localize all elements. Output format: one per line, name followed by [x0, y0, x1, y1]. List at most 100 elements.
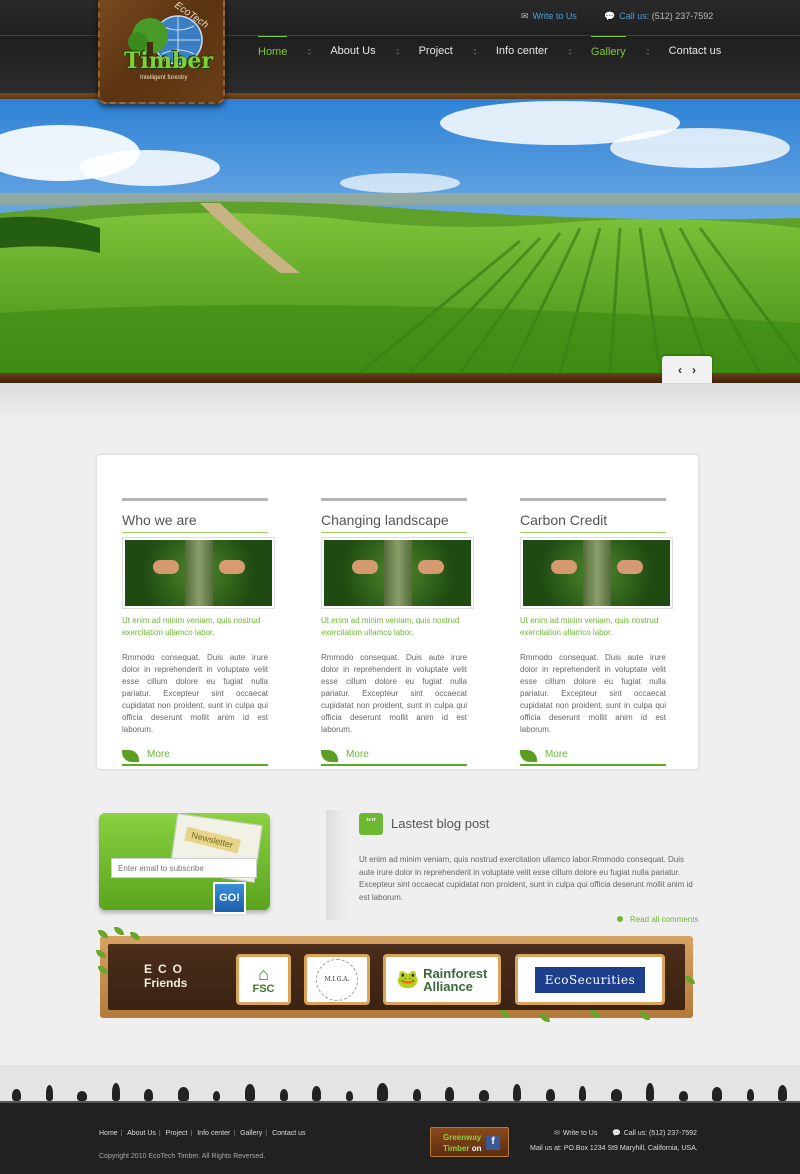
more-link[interactable]: More — [122, 746, 268, 766]
tree-icon — [111, 1083, 120, 1101]
badge-line-2: Timber — [443, 1144, 470, 1153]
more-link[interactable]: More — [520, 746, 666, 766]
hand-left — [352, 560, 378, 574]
feature-image[interactable] — [122, 537, 275, 609]
footer-link-info-center[interactable]: Info center — [197, 1130, 230, 1137]
vine-leaf-icon — [590, 1010, 600, 1018]
read-all-comments-link[interactable]: Read all comments — [617, 915, 698, 924]
miga-logo[interactable]: M.I.G.A. — [304, 954, 370, 1005]
frog-icon: 🐸 — [396, 969, 420, 989]
slider-controls: ‹ › — [662, 356, 712, 383]
nav-info-center[interactable]: Info center — [496, 36, 548, 70]
nav-separator: :: — [568, 47, 571, 56]
footer-call-label: Call us: — [623, 1130, 648, 1137]
hero-landscape-image — [0, 99, 800, 383]
nav-separator: :: — [395, 47, 399, 56]
vine-leaf-icon — [130, 932, 140, 940]
column-topbar — [520, 498, 666, 501]
nav-home[interactable]: Home — [258, 36, 288, 70]
speech-bubble-icon: 💬 — [612, 1130, 621, 1137]
site-footer — [0, 1101, 800, 1174]
more-link[interactable]: More — [321, 746, 467, 766]
copyright-text: Copyright 2010 EcoTech Timber. All Right… — [99, 1153, 266, 1160]
write-to-us-link[interactable]: ✉ Write to Us — [521, 11, 577, 22]
rainforest-alliance-logo[interactable]: 🐸 Rainforest Alliance — [383, 954, 501, 1005]
vine-leaf-icon — [540, 1014, 550, 1022]
hand-left — [153, 560, 179, 574]
footer-link-gallery[interactable]: Gallery — [240, 1130, 262, 1137]
tree-icon — [144, 1089, 154, 1101]
slider-next-icon[interactable]: › — [692, 363, 696, 377]
call-us: 💬 Call us: (512) 237-7592 — [604, 11, 713, 22]
feature-image[interactable] — [520, 537, 673, 609]
tree-trunk — [384, 540, 412, 606]
nav-contact-us[interactable]: Contact us — [669, 36, 722, 70]
nav-gallery[interactable]: Gallery — [590, 36, 626, 70]
bullet-icon — [617, 916, 623, 922]
footer-write-to-us[interactable]: ✉ Write to Us — [554, 1129, 597, 1137]
speech-bubble-icon: 💬 — [604, 11, 616, 21]
newsletter-box: Newsletter GO! — [99, 813, 270, 914]
logo-tagline: Intelligent forestry — [140, 75, 188, 81]
more-label[interactable]: More — [346, 749, 369, 760]
feature-lead: Ut enim ad minim veniam, quis nostrud ex… — [520, 616, 659, 637]
feature-image[interactable] — [321, 537, 474, 609]
write-to-us-label[interactable]: Write to Us — [533, 11, 577, 21]
vine-leaf-icon — [500, 1010, 510, 1018]
footer-link-project[interactable]: Project — [166, 1130, 188, 1137]
read-all-label[interactable]: Read all comments — [630, 915, 698, 924]
tree-icon — [712, 1087, 723, 1101]
footer-phone: (512) 237-7592 — [649, 1130, 697, 1137]
nav-about-us[interactable]: About Us — [330, 36, 375, 70]
footer-link-home[interactable]: Home — [99, 1130, 118, 1137]
rainforest-alliance-text: Rainforest Alliance — [423, 967, 487, 993]
badge-on: on — [471, 1144, 482, 1153]
footer-link-about-us[interactable]: About Us — [127, 1130, 156, 1137]
fsc-text: FSC — [252, 982, 275, 995]
postal-address: PO.Box 1234 St9 Maryhill, California, US… — [563, 1145, 698, 1152]
footer-link-contact-us[interactable]: Contact us — [272, 1130, 305, 1137]
feature-body: Rmmodo consequat. Duis aute irure dolor … — [321, 653, 467, 734]
slider-prev-icon[interactable]: ‹ — [678, 363, 682, 377]
nav-separator: :: — [645, 47, 649, 56]
tree-icon — [646, 1083, 655, 1101]
feature-title: Changing landscape — [321, 512, 467, 533]
newsletter-go-button[interactable]: GO! — [213, 882, 246, 914]
fsc-logo[interactable]: ⌂ FSC — [236, 954, 291, 1005]
tree-icon — [579, 1086, 587, 1101]
miga-seal-icon: M.I.G.A. — [316, 958, 358, 1001]
leaf-icon — [122, 750, 139, 762]
nav-project[interactable]: Project — [419, 36, 453, 70]
rainforest-word: Rainforest — [423, 965, 488, 981]
feature-lead: Ut enim ad minim veniam, quis nostrud ex… — [122, 616, 261, 637]
logo[interactable]: EcoTech Timber Intelligent forestry — [98, 0, 225, 104]
hero-slider — [0, 93, 800, 383]
features-panel: Who we are Ut enim ad minim veniam, quis… — [96, 454, 699, 770]
blog-excerpt: Ut enim ad minim veniam, quis nostrud ex… — [359, 855, 693, 902]
miga-text: M.I.G.A. — [324, 976, 350, 983]
eco-friends-label: ECO Friends — [144, 962, 188, 990]
ecosecurities-text: EcoSecurities — [534, 966, 646, 993]
more-label[interactable]: More — [545, 749, 568, 760]
more-label[interactable]: More — [147, 749, 170, 760]
tree-icon — [545, 1089, 555, 1101]
main-nav: Home :: About Us :: Project :: Info cent… — [258, 36, 721, 70]
column-topbar — [321, 498, 467, 501]
footer-write-label[interactable]: Write to Us — [563, 1130, 598, 1137]
hand-right — [219, 560, 245, 574]
tree-icon — [345, 1091, 353, 1101]
ecosecurities-logo[interactable]: EcoSecurities — [515, 954, 665, 1005]
vine-leaf-icon — [114, 927, 124, 935]
tree-hug-photo — [324, 540, 471, 606]
tree-icon — [377, 1083, 389, 1101]
feature-title: Carbon Credit — [520, 512, 666, 533]
nav-separator: :: — [307, 47, 311, 56]
tree-hug-photo — [125, 540, 272, 606]
facebook-badge[interactable]: Greenway Timber on f — [430, 1127, 509, 1157]
tree-icon — [213, 1091, 221, 1101]
tree-icon — [445, 1087, 455, 1101]
facebook-badge-text: Greenway Timber on — [443, 1132, 482, 1154]
newsletter-email-input[interactable] — [111, 858, 257, 878]
tree-icon — [45, 1085, 53, 1101]
footer-nav: Home | About Us | Project | Info center | Ga… — [99, 1130, 306, 1137]
